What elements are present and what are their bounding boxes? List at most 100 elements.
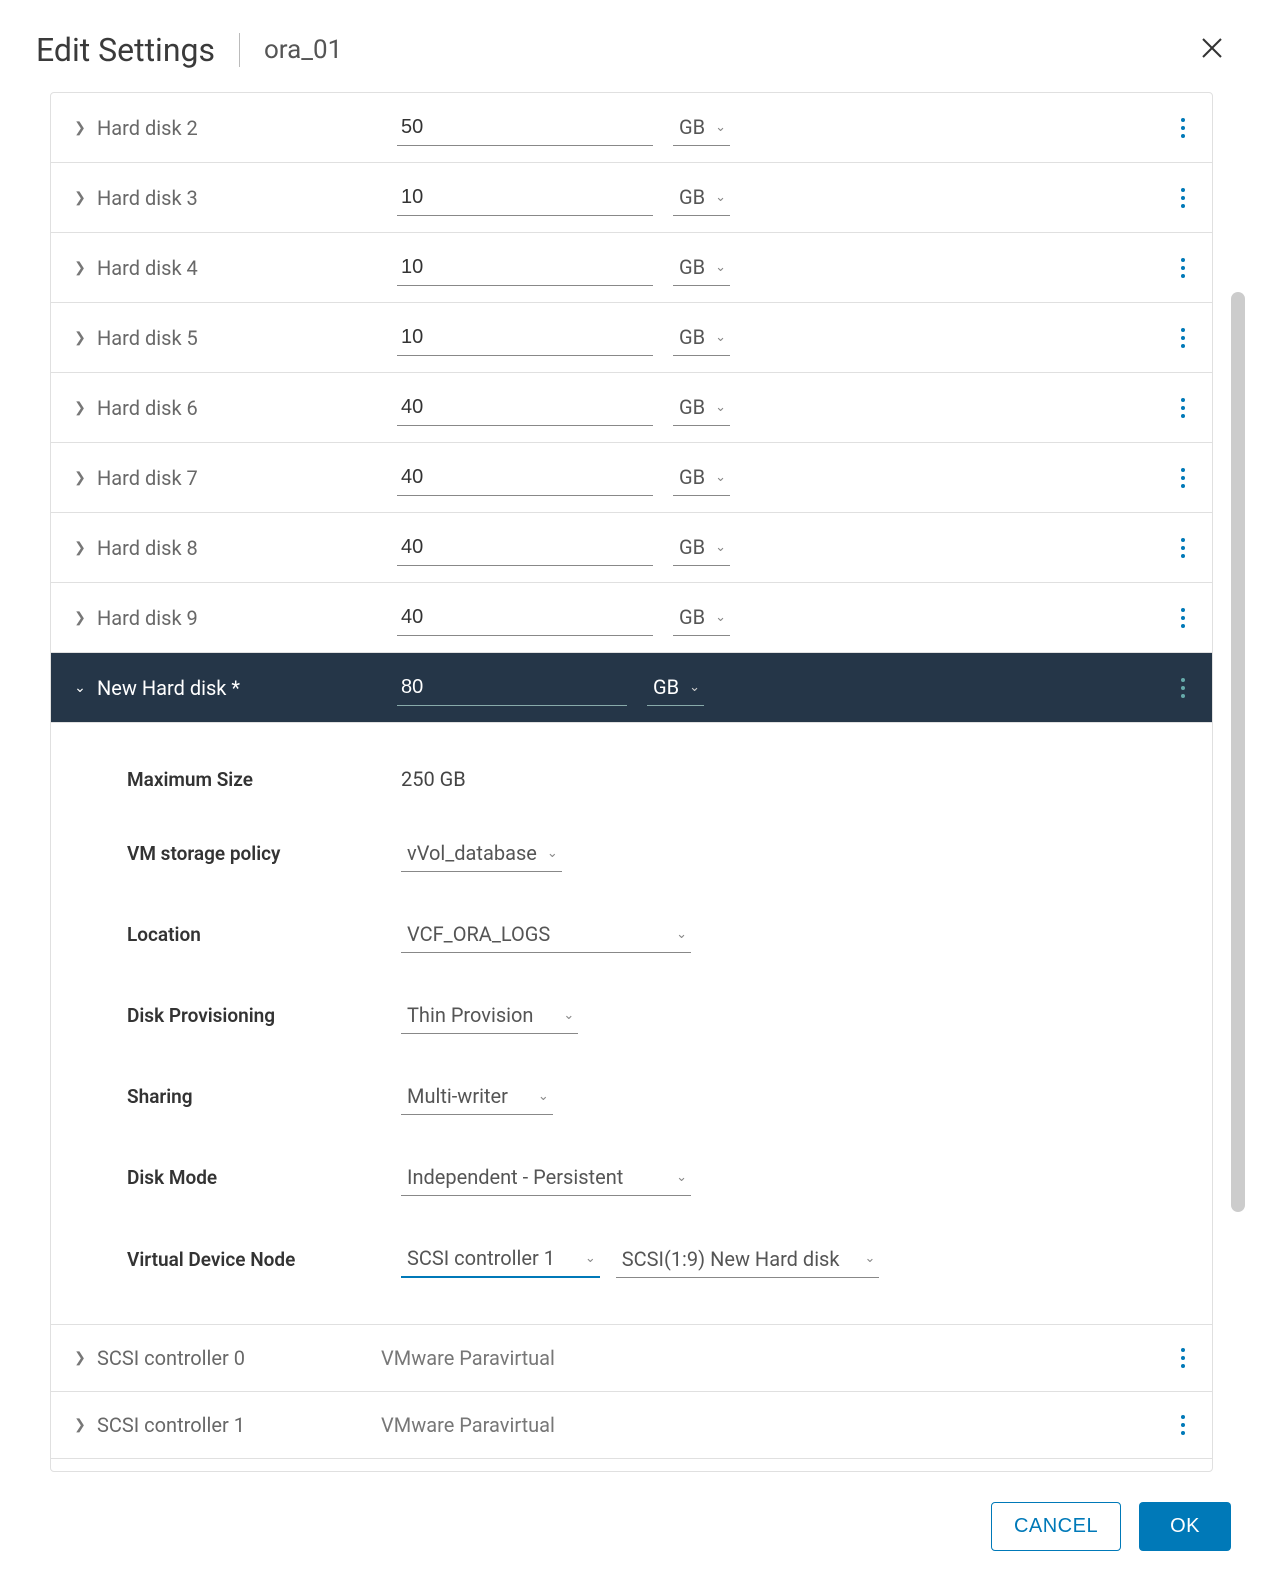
hard-disk-row: ❯ Hard disk 2 GB⌄ — [51, 93, 1212, 163]
disk-unit-select[interactable]: GB⌄ — [673, 529, 730, 566]
disk-unit-select[interactable]: GB⌄ — [673, 389, 730, 426]
scsi-controller-row: ❯ SCSI controller 1 VMware Paravirtual — [51, 1392, 1212, 1459]
hard-disk-label: Hard disk 3 — [97, 186, 198, 210]
chevron-right-icon: ❯ — [71, 470, 89, 486]
scsi-controller-expand[interactable]: ❯ SCSI controller 1 — [71, 1413, 381, 1437]
new-disk-details-panel: Maximum Size 250 GB VM storage policy vV… — [51, 723, 1212, 1325]
chevron-right-icon: ❯ — [71, 330, 89, 346]
hard-disk-expand[interactable]: ❯ Hard disk 7 — [71, 466, 397, 490]
hard-disk-expand[interactable]: ❯ Hard disk 6 — [71, 396, 397, 420]
chevron-right-icon: ❯ — [71, 1417, 89, 1433]
new-disk-unit-select[interactable]: GB⌄ — [647, 669, 704, 706]
disk-unit-select[interactable]: GB⌄ — [673, 599, 730, 636]
disk-size-input[interactable] — [397, 390, 653, 426]
disk-provisioning-select[interactable]: Thin Provision ⌄ — [401, 997, 578, 1034]
hard-disk-row: ❯ Hard disk 3 GB⌄ — [51, 163, 1212, 233]
chevron-down-icon: ⌄ — [715, 400, 726, 415]
scrollbar[interactable] — [1231, 292, 1245, 1212]
hard-disk-label: Hard disk 6 — [97, 396, 198, 420]
chevron-right-icon: ❯ — [71, 120, 89, 136]
cancel-button[interactable]: CANCEL — [991, 1502, 1121, 1551]
disk-unit-select[interactable]: GB⌄ — [673, 109, 730, 146]
hard-disk-expand[interactable]: ❯ Hard disk 5 — [71, 326, 397, 350]
scsi-controller-label: SCSI controller 1 — [97, 1413, 245, 1437]
disk-mode-label: Disk Mode — [127, 1166, 401, 1189]
hard-disk-expand[interactable]: ❯ Hard disk 4 — [71, 256, 397, 280]
disk-size-input[interactable] — [397, 530, 653, 566]
close-icon[interactable] — [1193, 28, 1231, 72]
vm-storage-policy-select[interactable]: vVol_database⌄ — [401, 835, 562, 872]
new-disk-size-input[interactable] — [397, 670, 627, 706]
hard-disk-label: Hard disk 5 — [97, 326, 198, 350]
disk-unit-select[interactable]: GB⌄ — [673, 319, 730, 356]
disk-size-input[interactable] — [397, 600, 653, 636]
scsi-controller-value: VMware Paravirtual — [381, 1346, 555, 1370]
new-hard-disk-expand[interactable]: ⌄ New Hard disk * — [71, 676, 397, 700]
chevron-down-icon: ⌄ — [715, 260, 726, 275]
more-actions-button[interactable] — [1174, 601, 1192, 635]
location-label: Location — [127, 923, 401, 946]
hard-disk-row: ❯ Hard disk 6 GB⌄ — [51, 373, 1212, 443]
hard-disk-row: ❯ Hard disk 5 GB⌄ — [51, 303, 1212, 373]
more-actions-button[interactable] — [1174, 1341, 1192, 1375]
scsi-controller-value: VMware Paravirtual — [381, 1413, 555, 1437]
scsi-controller-row: ❯ SCSI controller 0 VMware Paravirtual — [51, 1325, 1212, 1392]
hard-disk-expand[interactable]: ❯ Hard disk 8 — [71, 536, 397, 560]
more-actions-button[interactable] — [1174, 181, 1192, 215]
chevron-down-icon: ⌄ — [715, 610, 726, 625]
chevron-down-icon: ⌄ — [715, 330, 726, 345]
location-select[interactable]: VCF_ORA_LOGS⌄ — [401, 916, 691, 953]
chevron-down-icon: ⌄ — [715, 470, 726, 485]
content-area: ❯ Hard disk 2 GB⌄ ❯ Hard disk 3 GB⌄ — [0, 92, 1267, 1472]
more-actions-button[interactable] — [1174, 251, 1192, 285]
more-actions-button[interactable] — [1174, 1408, 1192, 1442]
disk-unit-select[interactable]: GB⌄ — [673, 249, 730, 286]
vdn-controller-select[interactable]: SCSI controller 1 ⌄ — [401, 1240, 600, 1278]
more-actions-button[interactable] — [1174, 531, 1192, 565]
disk-size-input[interactable] — [397, 320, 653, 356]
disk-unit-select[interactable]: GB⌄ — [673, 179, 730, 216]
disk-size-input[interactable] — [397, 460, 653, 496]
scsi-controller-label: SCSI controller 0 — [97, 1346, 245, 1370]
hard-disk-expand[interactable]: ❯ Hard disk 2 — [71, 116, 397, 140]
chevron-right-icon: ❯ — [71, 400, 89, 416]
chevron-right-icon: ❯ — [71, 610, 89, 626]
scsi-controller-expand[interactable]: ❯ SCSI controller 0 — [71, 1346, 381, 1370]
chevron-down-icon: ⌄ — [715, 120, 726, 135]
edit-settings-dialog: Edit Settings ora_01 ❯ Hard disk 2 GB⌄ — [0, 0, 1267, 1585]
vdn-slot-select[interactable]: SCSI(1:9) New Hard disk ⌄ — [616, 1240, 880, 1278]
chevron-down-icon: ⌄ — [715, 190, 726, 205]
chevron-down-icon: ⌄ — [563, 1008, 574, 1023]
device-list-panel: ❯ Hard disk 2 GB⌄ ❯ Hard disk 3 GB⌄ — [50, 92, 1213, 1472]
more-actions-button[interactable] — [1174, 461, 1192, 495]
hard-disk-row: ❯ Hard disk 9 GB⌄ — [51, 583, 1212, 653]
hard-disk-expand[interactable]: ❯ Hard disk 9 — [71, 606, 397, 630]
disk-size-input[interactable] — [397, 250, 653, 286]
header-divider — [239, 33, 240, 67]
disk-size-input[interactable] — [397, 110, 653, 146]
sharing-select[interactable]: Multi-writer ⌄ — [401, 1078, 553, 1115]
more-actions-button[interactable] — [1174, 391, 1192, 425]
disk-size-input[interactable] — [397, 180, 653, 216]
disk-mode-select[interactable]: Independent - Persistent⌄ — [401, 1159, 691, 1196]
chevron-down-icon: ⌄ — [689, 680, 700, 695]
sharing-label: Sharing — [127, 1085, 401, 1108]
chevron-right-icon: ❯ — [71, 1350, 89, 1366]
hard-disk-expand[interactable]: ❯ Hard disk 3 — [71, 186, 397, 210]
more-actions-button[interactable] — [1174, 111, 1192, 145]
more-actions-button[interactable] — [1174, 671, 1192, 705]
disk-unit-select[interactable]: GB⌄ — [673, 459, 730, 496]
vm-storage-policy-label: VM storage policy — [127, 842, 401, 865]
chevron-down-icon: ⌄ — [676, 927, 687, 942]
hard-disk-label: Hard disk 8 — [97, 536, 198, 560]
hard-disk-label: Hard disk 2 — [97, 116, 198, 140]
more-actions-button[interactable] — [1174, 321, 1192, 355]
new-hard-disk-row: ⌄ New Hard disk * GB⌄ — [51, 653, 1212, 723]
chevron-down-icon: ⌄ — [585, 1251, 596, 1266]
hard-disk-label: Hard disk 4 — [97, 256, 198, 280]
dialog-title: Edit Settings — [36, 31, 215, 69]
chevron-right-icon: ❯ — [71, 190, 89, 206]
chevron-down-icon: ⌄ — [71, 680, 89, 696]
ok-button[interactable]: OK — [1139, 1502, 1231, 1551]
max-size-label: Maximum Size — [127, 768, 401, 791]
